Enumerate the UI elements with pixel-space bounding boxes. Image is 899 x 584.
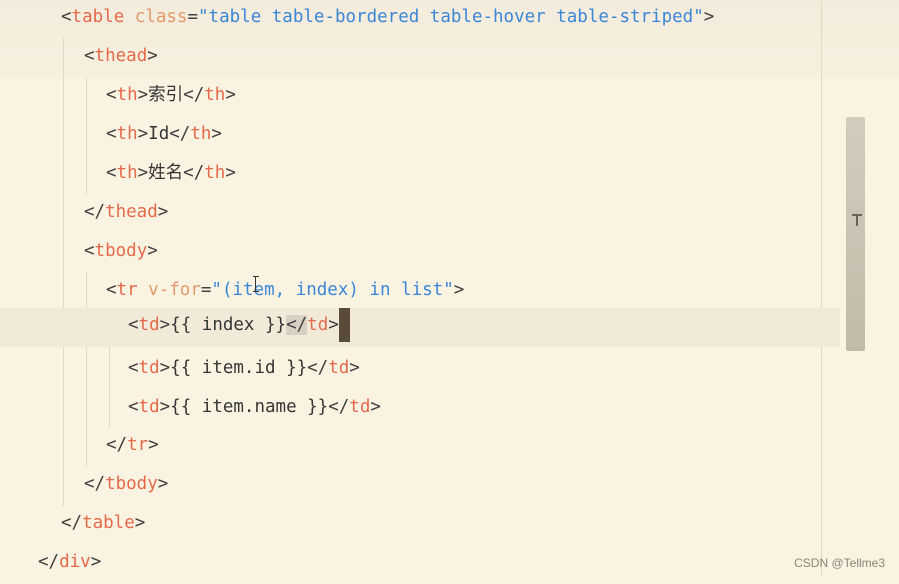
tag-name: tr [127,435,149,455]
punct: < [106,163,117,183]
tag-name: div [59,552,91,572]
tag-name: tbody [105,474,158,494]
punct: > [157,202,169,222]
punct: > [225,163,236,183]
code-line-12[interactable]: </tr> [0,428,899,467]
punct: > [211,124,222,144]
attribute-value: "(item, index) in list" [211,280,454,300]
code-line-10[interactable]: <td>{{ item.id }}</td> [0,351,899,390]
punct: </ [183,163,205,183]
punct: > [328,315,339,335]
code-line-6[interactable]: </thead> [0,195,899,234]
tag-name: th [116,85,138,105]
scrollbar-thumb[interactable] [846,117,865,351]
code-line-5[interactable]: <th>姓名</th> [0,156,899,195]
attribute-value: "table table-bordered table-hover table-… [198,7,704,27]
punct: < [128,315,139,335]
punct: </ [169,124,191,144]
punct: </ [84,474,106,494]
code-line-9-current[interactable]: <td>{{ index }}</td> [0,308,840,347]
attribute-name: v-for [148,280,201,300]
element-text: {{ index }} [170,315,287,335]
attribute-name: class [134,7,188,27]
punct: > [225,85,236,105]
punct: > [159,397,171,417]
punct: < [106,124,117,144]
tag-name: tbody [94,241,148,261]
punct: > [159,315,171,335]
code-line-1[interactable]: <table class="table table-bordered table… [0,0,899,39]
punct: < [84,241,95,261]
code-line-15[interactable]: </div> [0,545,878,584]
code-line-13[interactable]: </tbody> [0,467,899,506]
code-line-4[interactable]: <th>Id</th> [0,117,899,156]
punct: > [703,7,715,27]
tag-name: th [116,124,138,144]
tag-name: td [307,315,329,335]
tag-name: th [204,163,226,183]
punct: </ [307,358,329,378]
punct: </ [38,552,60,572]
tag-name: th [190,124,212,144]
scroll-marker-icon [856,214,858,226]
punct: > [137,124,149,144]
tag-name: td [138,358,160,378]
punct: </ [183,85,205,105]
punct: </ [106,435,128,455]
code-line-2[interactable]: <thead> [0,39,899,78]
tag-name: td [349,397,371,417]
code-line-8[interactable]: <tr v-for="(item, index) in list"> [0,273,899,312]
ibeam-cursor-icon [253,276,259,292]
tag-name: tr [116,280,138,300]
element-text: 索引 [148,85,184,105]
punct: </ [328,397,350,417]
element-text: Id [148,124,170,144]
code-line-11[interactable]: <td>{{ item.name }}</td> [0,390,899,429]
code-line-3[interactable]: <th>索引</th> [0,78,899,117]
element-text: {{ item.name }} [170,397,329,417]
punct: > [148,435,159,455]
tag-name: td [138,315,160,335]
punct: > [90,552,102,572]
punct: </ [84,202,106,222]
punct: < [106,85,117,105]
tag-name: td [328,358,350,378]
punct: < [61,7,72,27]
tag-name: thead [105,202,158,222]
punct: > [137,85,149,105]
punct: > [137,163,149,183]
tag-name: td [138,397,160,417]
code-editor[interactable]: <table class="table table-bordered table… [0,0,899,576]
text-cursor [338,308,350,342]
element-text: 姓名 [148,163,184,183]
punct: </ [61,513,83,533]
matched-bracket: </ [286,315,308,335]
punct: > [147,46,158,66]
tag-name: th [116,163,138,183]
punct: > [159,358,171,378]
punct: = [200,280,212,300]
punct: > [370,397,381,417]
element-text: {{ item.id }} [170,358,308,378]
punct: > [453,280,465,300]
punct: > [157,474,169,494]
punct: > [134,513,146,533]
watermark: CSDN @Tellme3 [794,556,885,570]
tag-name: table [71,7,125,27]
punct: < [128,358,139,378]
punct: < [128,397,139,417]
code-line-7[interactable]: <tbody> [0,234,899,273]
tag-name: th [204,85,226,105]
tag-name: table [82,513,135,533]
punct: = [187,7,199,27]
punct: < [84,46,95,66]
code-line-14[interactable]: </table> [0,506,899,545]
punct: > [349,358,360,378]
punct: < [106,280,117,300]
punct: > [147,241,158,261]
tag-name: thead [94,46,148,66]
